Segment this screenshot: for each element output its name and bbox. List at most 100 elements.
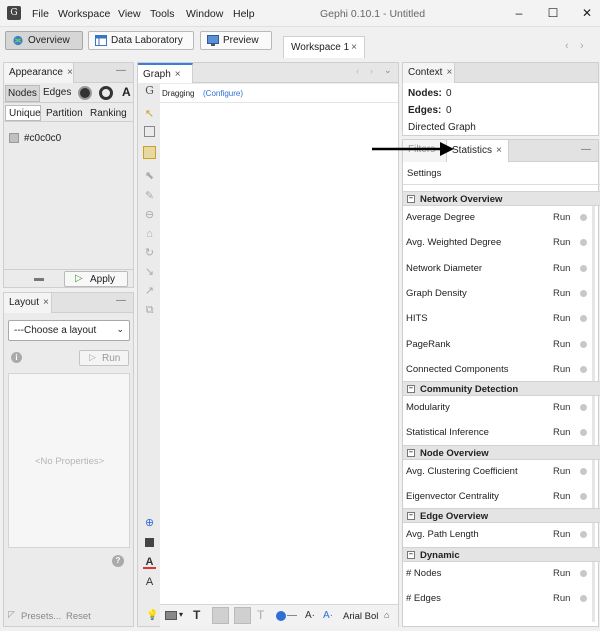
tab-edges[interactable]: Edges [43,87,71,98]
edge-color-icon[interactable] [234,607,251,624]
data-laboratory-button[interactable]: Data Laboratory [88,31,194,50]
run-button[interactable]: Run [553,568,570,579]
gephi-tool-icon[interactable]: G [143,84,156,97]
slider-track[interactable] [287,615,297,616]
collapse-icon[interactable]: – [407,550,415,559]
settings-button[interactable]: Settings [407,168,441,179]
chevron-right-icon[interactable]: › [370,66,373,76]
run-button[interactable]: Run [553,491,570,502]
close-icon[interactable]: × [496,145,502,156]
close-icon[interactable]: × [67,67,73,78]
section-header[interactable]: – Dynamic [403,546,600,562]
font-style-icon[interactable]: ⌂ [384,610,389,620]
chevron-down-icon[interactable]: ▾ [179,610,183,619]
tab-context[interactable]: Context × [403,63,455,83]
tab-appearance[interactable]: Appearance × [4,63,74,83]
close-icon[interactable]: × [351,42,357,53]
section-header[interactable]: – Edge Overview [403,508,600,524]
sizer-icon[interactable]: ⊖ [143,209,156,222]
edge-toggle-icon[interactable] [212,607,229,624]
maximize-button[interactable]: ☐ [543,5,563,21]
menu-workspace[interactable]: Workspace [58,8,110,20]
palette-icon[interactable] [78,86,92,100]
layout-select[interactable]: ---Choose a layout ⌄ [8,320,130,341]
label-color-icon[interactable]: A [122,85,131,99]
menu-file[interactable]: File [32,8,49,20]
menu-tools[interactable]: Tools [150,8,175,20]
text-scale-icon[interactable]: T [257,608,264,622]
chevron-left-icon[interactable]: ‹ [565,40,569,52]
transform-icon[interactable]: ▬ [34,273,44,284]
presets-button[interactable]: Presets... [21,611,61,622]
slider-knob-icon[interactable] [276,611,286,621]
tab-ranking[interactable]: Ranking [90,108,127,119]
tab-unique[interactable]: Unique [5,105,41,121]
background-color-icon[interactable] [145,538,154,547]
painter-icon[interactable]: ✎ [143,190,156,203]
section-header[interactable]: – Network Overview [403,191,600,206]
menu-help[interactable]: Help [233,8,255,20]
run-button[interactable]: Run [553,212,570,223]
select-arrow-icon[interactable]: ↖ [143,108,156,121]
zoom-icon[interactable]: ⊕ [143,517,156,530]
run-button[interactable]: Run [553,364,570,375]
drag-tool-icon[interactable] [143,146,156,159]
section-header[interactable]: – Node Overview [403,444,600,460]
run-button[interactable]: Run [553,427,570,438]
tab-nodes[interactable]: Nodes [5,85,40,102]
collapse-icon[interactable]: – [407,385,415,394]
run-button[interactable]: Run [553,466,570,477]
text-icon[interactable]: T [193,608,200,622]
close-icon[interactable]: × [175,69,181,80]
overview-button[interactable]: Overview [5,31,83,50]
run-button[interactable]: Run [553,339,570,350]
collapse-icon[interactable]: – [407,195,415,203]
color-swatch[interactable] [9,133,19,143]
chevron-down-icon[interactable]: ⌄ [384,65,392,76]
section-header[interactable]: – Community Detection [403,381,600,397]
reset-button[interactable]: Reset [66,611,91,622]
minimize-button[interactable]: – [509,5,529,21]
brush-icon[interactable]: ⌂ [143,228,156,241]
rectangle-select-icon[interactable] [144,126,155,137]
apply-button[interactable]: ▷ Apply [64,271,128,287]
layout-run-button[interactable]: ▷ Run [79,350,129,366]
tab-layout[interactable]: Layout × [4,293,52,313]
chevron-left-icon[interactable]: ‹ [356,66,359,76]
pointer-icon[interactable]: ⬉ [143,170,156,183]
minimize-panel-icon[interactable]: — [116,65,126,76]
label-size-icon[interactable]: A [143,576,156,589]
run-button[interactable]: Run [553,402,570,413]
workspace-tab[interactable]: Workspace 1 × [283,36,365,58]
preview-button[interactable]: Preview [200,31,272,50]
close-window-button[interactable]: ✕ [577,5,597,21]
close-icon[interactable]: × [446,67,452,78]
font-size-up-icon[interactable]: A· [323,610,333,621]
lightbulb-icon[interactable]: 💡 [146,610,158,621]
font-name[interactable]: Arial Bol [343,611,378,622]
collapse-icon[interactable]: – [407,512,415,521]
shortest-path-icon[interactable]: ⧉ [143,304,156,317]
menu-view[interactable]: View [118,8,141,20]
tab-partition[interactable]: Partition [46,108,83,119]
menu-window[interactable]: Window [186,8,223,20]
run-button[interactable]: Run [553,593,570,604]
info-icon[interactable]: i [11,352,22,363]
minimize-panel-icon[interactable]: — [581,144,591,155]
collapse-icon[interactable]: – [407,448,415,457]
minimize-panel-icon[interactable]: — [116,295,126,306]
help-icon[interactable]: ? [112,555,124,567]
screenshot-icon[interactable] [165,611,177,620]
node-pencil-icon[interactable]: ↗ [143,285,156,298]
run-button[interactable]: Run [553,529,570,540]
edge-pencil-icon[interactable]: ↘ [143,266,156,279]
run-button[interactable]: Run [553,288,570,299]
label-color-icon[interactable]: A [143,556,156,569]
graph-canvas[interactable] [160,84,398,616]
chevron-right-icon[interactable]: › [580,40,584,52]
rotate-icon[interactable]: ↻ [143,247,156,260]
size-icon[interactable] [99,86,113,100]
configure-link[interactable]: (Configure) [203,89,243,98]
tab-graph[interactable]: Graph × [138,63,193,83]
run-button[interactable]: Run [553,263,570,274]
